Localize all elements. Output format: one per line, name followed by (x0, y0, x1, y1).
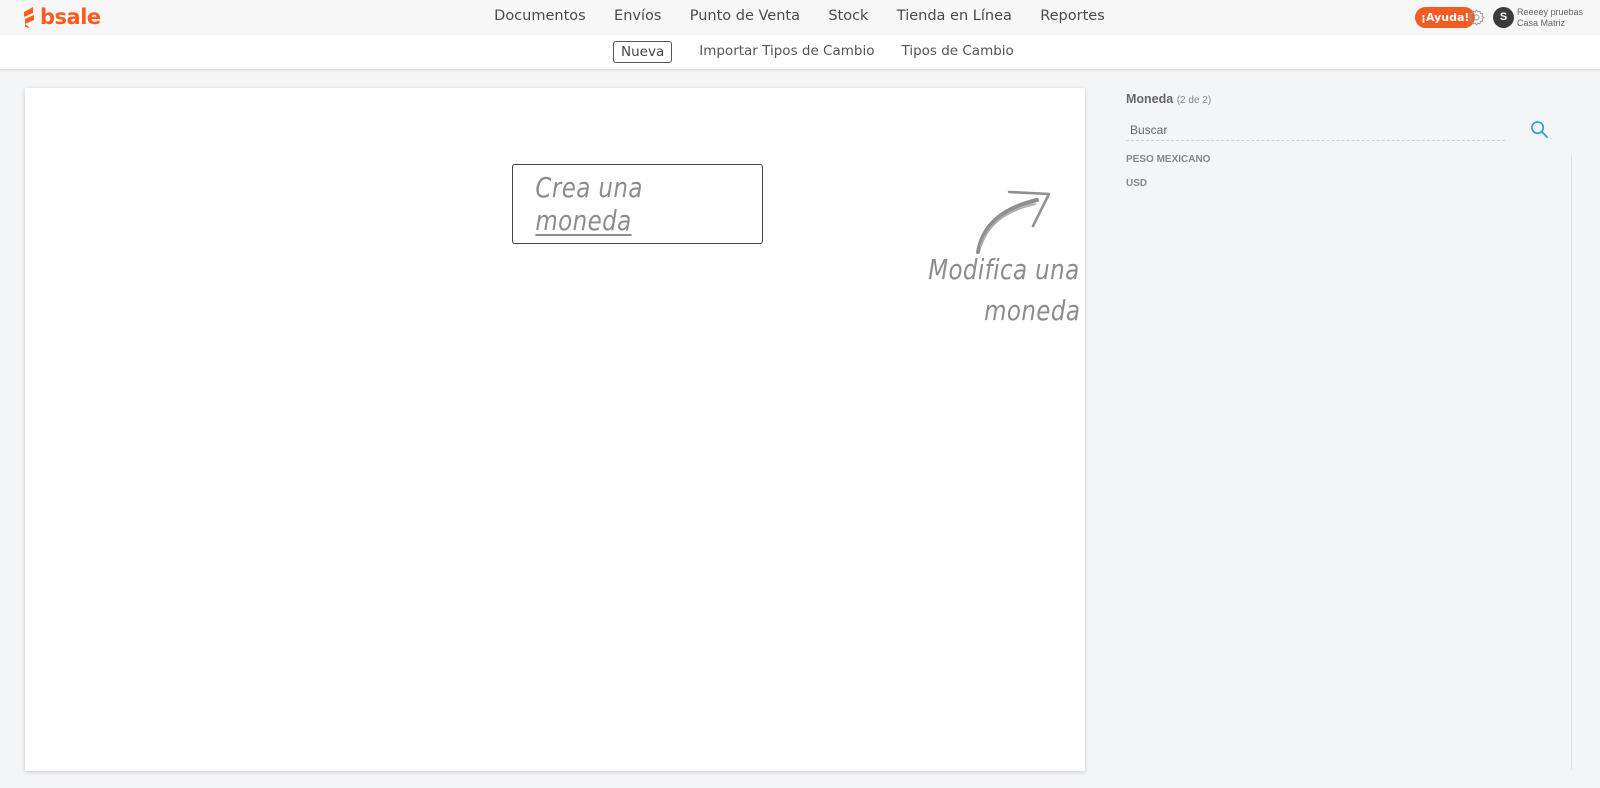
nav-tienda-en-linea[interactable]: Tienda en Línea (897, 8, 1012, 27)
subnav-importar-tipos-de-cambio[interactable]: Importar Tipos de Cambio (699, 41, 874, 63)
bsale-logo[interactable]: bsale (22, 5, 101, 29)
search-icon[interactable] (1530, 120, 1549, 139)
nav-documentos[interactable]: Documentos (494, 8, 586, 27)
panel-title-label: Moneda (1126, 92, 1174, 106)
sub-nav: Nueva Importar Tipos de Cambio Tipos de … (613, 41, 1014, 63)
user-name: Reeeey pruebas (1517, 7, 1584, 17)
modify-hint-line2: moneda (983, 294, 1080, 327)
top-navbar: bsale Documentos Envíos Punto de Venta S… (0, 0, 1600, 37)
user-branch: Casa Matriz (1517, 18, 1566, 28)
search-input[interactable] (1126, 120, 1505, 141)
subnav-tipos-de-cambio[interactable]: Tipos de Cambio (901, 41, 1013, 63)
panel-title: Moneda (2 de 2) (1126, 92, 1576, 106)
modify-hint-line1: Modifica una (928, 253, 1080, 286)
create-prefix: Crea una (535, 171, 643, 204)
currency-panel: Moneda (2 de 2) PESO MEXICANO USD (1126, 92, 1576, 196)
search-row (1126, 120, 1576, 146)
sub-navbar: Nueva Importar Tipos de Cambio Tipos de … (0, 35, 1600, 70)
main-card: Crea una moneda Modifica una moneda (25, 88, 1085, 771)
list-item[interactable]: USD (1126, 172, 1576, 196)
subnav-nueva[interactable]: Nueva (613, 41, 673, 63)
list-item[interactable]: PESO MEXICANO (1126, 148, 1576, 172)
nav-punto-de-venta[interactable]: Punto de Venta (690, 8, 800, 27)
curved-arrow-icon (976, 190, 1051, 254)
panel-scrollbar-track[interactable] (1571, 155, 1572, 770)
create-link-word: moneda (535, 204, 632, 237)
avatar[interactable]: S (1493, 7, 1514, 28)
main-nav: Documentos Envíos Punto de Venta Stock T… (474, 0, 1125, 37)
nav-stock[interactable]: Stock (828, 8, 868, 27)
modify-currency-hint: Modifica una moneda (885, 252, 1080, 334)
gear-icon[interactable] (1467, 8, 1486, 27)
create-currency-button[interactable]: Crea una moneda (512, 164, 763, 244)
currency-list: PESO MEXICANO USD (1126, 148, 1576, 196)
brand-name: bsale (40, 5, 101, 29)
bsale-logo-icon (24, 7, 34, 28)
nav-envios[interactable]: Envíos (614, 8, 661, 27)
panel-count: (2 de 2) (1176, 95, 1212, 106)
user-info[interactable]: Reeeey pruebas Casa Matriz (1517, 7, 1583, 29)
nav-reportes[interactable]: Reportes (1040, 8, 1105, 27)
create-currency-label: Crea una moneda (535, 171, 739, 237)
